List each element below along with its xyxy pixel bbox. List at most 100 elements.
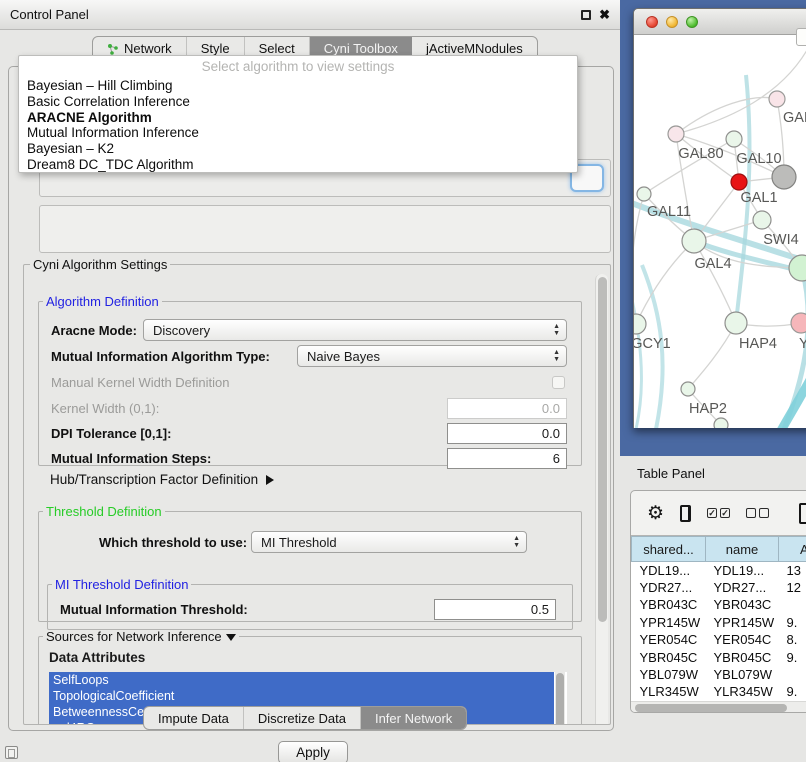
node-label: HAP2 — [689, 401, 727, 417]
dropdown-item[interactable]: Dream8 DC_TDC Algorithm — [19, 157, 577, 173]
dropdown-item[interactable]: Mutual Information Inference — [19, 125, 577, 141]
table-row[interactable]: YDL19...YDL19...13 — [632, 562, 806, 579]
control-panel-title: Control Panel — [10, 7, 89, 22]
network-node-hap2[interactable] — [681, 382, 695, 396]
select-all-checks-icon[interactable]: ✓✓ — [707, 508, 730, 518]
table-row[interactable]: YBR043CYBR043C — [632, 596, 806, 613]
application-window: Control Panel ✖ NetworkStyleSelectCyni T… — [0, 0, 806, 762]
threshold-definition-title: Threshold Definition — [43, 504, 165, 519]
manual-kernel-width-checkbox[interactable] — [552, 376, 565, 389]
tab-infer-network[interactable]: Infer Network — [361, 707, 466, 729]
settings-vertical-scrollbar[interactable] — [595, 274, 608, 725]
control-panel: Control Panel ✖ NetworkStyleSelectCyni T… — [0, 0, 620, 762]
algorithm-definition-group: Algorithm Definition Aracne Mode: Discov… — [38, 294, 582, 466]
dropdown-item[interactable]: Bayesian – Hill Climbing — [19, 78, 577, 94]
dropdown-item[interactable]: Bayesian – K2 — [19, 141, 577, 157]
network-node-hap4[interactable] — [725, 312, 747, 334]
column-header[interactable]: shared... — [632, 537, 706, 562]
combo-stepper-icon: ▲▼ — [513, 535, 520, 549]
table-row[interactable]: YDR27...YDR27...12 — [632, 579, 806, 596]
kernel-width-field[interactable]: 0.0 — [447, 398, 567, 419]
table-panel-title: Table Panel — [637, 466, 705, 481]
close-window-icon[interactable] — [646, 16, 658, 28]
table-row[interactable]: YER054CYER054C8. — [632, 631, 806, 648]
node-table: shared...nameA YDL19...YDL19...13YDR27..… — [631, 536, 806, 701]
table-row[interactable]: YPR145WYPR145W9. — [632, 614, 806, 631]
hidden-combo-fragment — [39, 205, 611, 253]
node-label: SWI4 — [763, 232, 798, 248]
minimize-window-icon[interactable] — [666, 16, 678, 28]
network-edge[interactable] — [634, 194, 644, 324]
network-node-y[interactable] — [791, 313, 806, 333]
node-label: GCY1 — [634, 336, 671, 352]
table-row[interactable]: YBR045CYBR045C9. — [632, 648, 806, 665]
sources-title[interactable]: Sources for Network Inference — [43, 629, 239, 644]
algorithm-dropdown-popup: Select algorithm to view settings Bayesi… — [18, 55, 578, 173]
close-panel-icon[interactable]: ✖ — [599, 10, 610, 20]
node-label: GAL — [783, 110, 806, 126]
table-horizontal-scrollbar[interactable] — [631, 701, 806, 713]
network-view-window[interactable]: GALGAL80GAL10GAL1GAL11GAL4SWI4GCY1HAP4YH… — [633, 8, 806, 428]
aracne-mode-select[interactable]: Discovery ▲▼ — [143, 319, 567, 341]
float-panel-icon[interactable] — [581, 10, 591, 20]
network-canvas[interactable]: GALGAL80GAL10GAL1GAL11GAL4SWI4GCY1HAP4YH… — [634, 35, 806, 428]
manual-kernel-width-label: Manual Kernel Width Definition — [51, 375, 229, 390]
network-node-gal1[interactable] — [731, 174, 747, 190]
attribute-item[interactable]: SelfLoops — [49, 672, 554, 688]
tab-impute-data[interactable]: Impute Data — [144, 707, 244, 729]
network-tool-overlay-fragment[interactable] — [796, 28, 806, 46]
network-node-gal80[interactable] — [668, 126, 684, 142]
mi-threshold-title: MI Threshold Definition — [52, 577, 191, 592]
columns-icon[interactable] — [680, 505, 691, 522]
node-label: GAL4 — [694, 256, 731, 272]
data-attributes-label: Data Attributes — [49, 650, 145, 665]
node-label: HAP4 — [739, 336, 777, 352]
network-edge[interactable] — [688, 323, 736, 389]
network-node[interactable] — [753, 211, 771, 229]
deselect-all-checks-icon[interactable] — [746, 508, 769, 518]
settings-gear-icon[interactable]: ⚙ — [647, 504, 664, 523]
network-node-gal11[interactable] — [637, 187, 651, 201]
mi-steps-field[interactable]: 6 — [447, 448, 567, 469]
node-label: GAL11 — [647, 204, 691, 220]
mi-threshold-field[interactable]: 0.5 — [434, 599, 556, 620]
tab-discretize-data[interactable]: Discretize Data — [244, 707, 361, 729]
network-node-gal[interactable] — [769, 91, 785, 107]
dpi-tolerance-field[interactable]: 0.0 — [447, 423, 567, 444]
network-node-gcy1[interactable] — [634, 314, 646, 334]
network-node[interactable] — [714, 418, 728, 428]
network-node-gal10[interactable] — [772, 165, 796, 189]
network-edge[interactable] — [676, 97, 777, 134]
apply-button[interactable]: Apply — [278, 741, 348, 762]
mi-threshold-group: MI Threshold Definition Mutual Informati… — [47, 577, 573, 630]
dpi-tolerance-label: DPI Tolerance [0,1]: — [51, 426, 171, 441]
attribute-item[interactable]: TopologicalCoefficient — [49, 688, 554, 704]
zoom-window-icon[interactable] — [686, 16, 698, 28]
expand-right-icon[interactable] — [266, 475, 274, 485]
network-window-titlebar[interactable] — [634, 9, 806, 35]
collapsed-panel-icon[interactable] — [5, 746, 18, 759]
mi-threshold-label: Mutual Information Threshold: — [60, 602, 248, 617]
hub-definition-toggle[interactable]: Hub/Transcription Factor Definition — [50, 472, 274, 487]
cyni-algorithm-settings-group: Cyni Algorithm Settings Algorithm Defini… — [23, 257, 611, 725]
table-row[interactable]: YBL079WYBL079W — [632, 666, 806, 683]
dropdown-item[interactable]: ARACNE Algorithm — [19, 110, 577, 126]
node-label: GAL1 — [740, 190, 777, 206]
network-edge[interactable] — [636, 241, 694, 324]
table-row[interactable]: YLR345WYLR345W9. — [632, 683, 806, 700]
dropdown-item[interactable]: Basic Correlation Inference — [19, 94, 577, 110]
network-node-gal4[interactable] — [682, 229, 706, 253]
aracne-mode-label: Aracne Mode: — [51, 323, 137, 338]
column-header[interactable]: A — [779, 537, 806, 562]
attributes-scrollbar[interactable] — [555, 672, 565, 725]
node-label: GAL80 — [678, 146, 723, 162]
column-header[interactable]: name — [706, 537, 779, 562]
network-node[interactable] — [726, 131, 742, 147]
which-threshold-select[interactable]: MI Threshold ▲▼ — [251, 531, 527, 553]
bottom-tabbar: Impute DataDiscretize DataInfer Network — [143, 706, 467, 730]
algorithm-definition-title: Algorithm Definition — [43, 294, 162, 309]
mi-algorithm-type-select[interactable]: Naive Bayes ▲▼ — [297, 345, 567, 367]
collapse-down-icon[interactable] — [226, 634, 236, 641]
kernel-width-label: Kernel Width (0,1): — [51, 401, 159, 416]
document-icon[interactable] — [799, 503, 806, 524]
